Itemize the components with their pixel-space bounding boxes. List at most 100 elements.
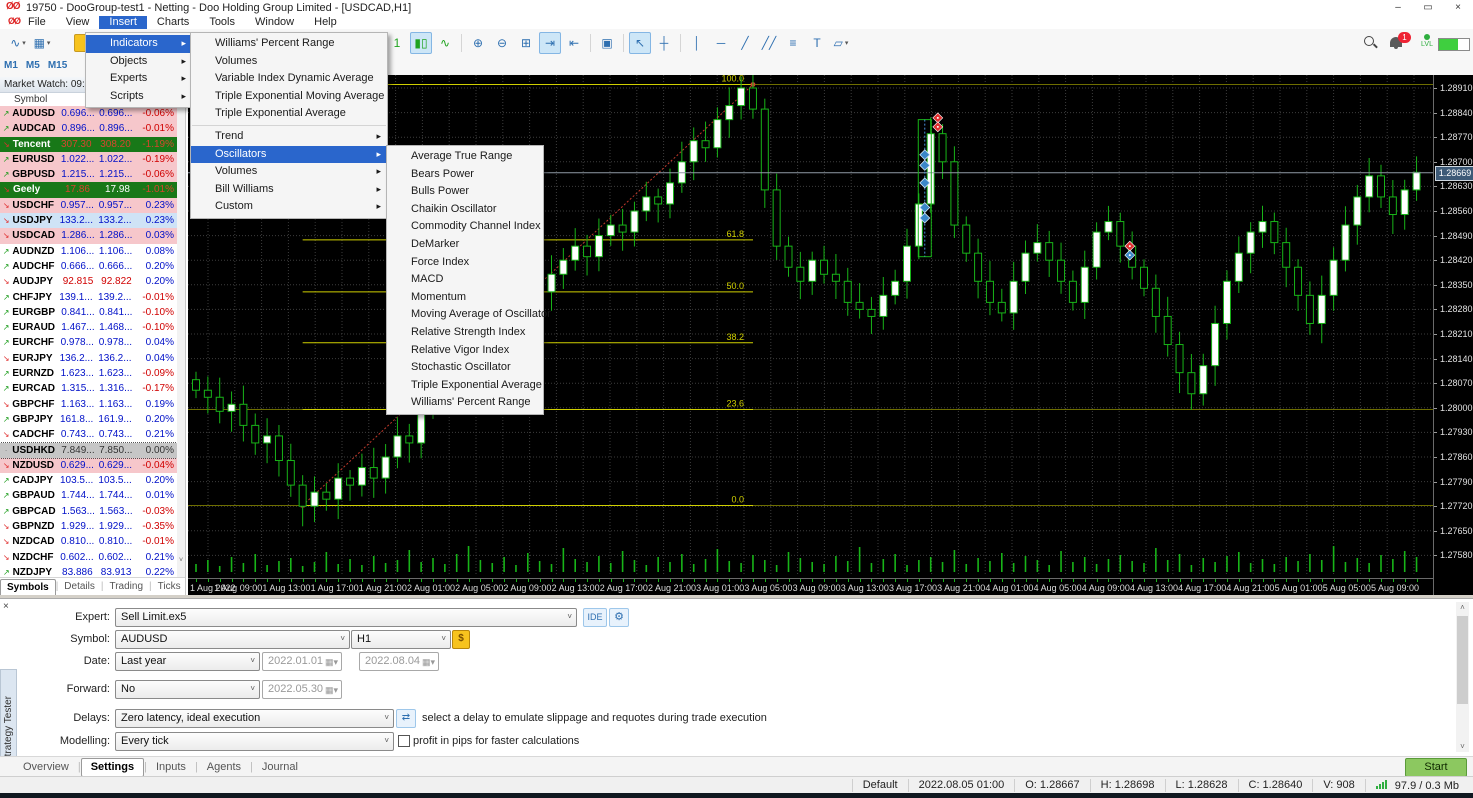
screenshot-icon[interactable]: ▣ — [596, 32, 618, 54]
oscillators-menu-item-relative-strength-index[interactable]: Relative Strength Index — [387, 324, 543, 342]
insert-menu-item-objects[interactable]: Objects▸ — [86, 53, 192, 71]
oscillators-menu-item-macd[interactable]: MACD — [387, 271, 543, 289]
delays-select[interactable]: Zero latency, ideal execution˅ — [115, 709, 394, 728]
date-to-field[interactable]: 2022.08.04▦▾ — [359, 652, 439, 671]
market-watch-tab-symbols[interactable]: Symbols — [0, 579, 56, 595]
candlestick-chart-icon[interactable]: ▮▯ — [410, 32, 432, 54]
close-button[interactable]: × — [1443, 0, 1473, 15]
oscillators-menu-item-average-true-range[interactable]: Average True Range — [387, 148, 543, 166]
market-watch-row[interactable]: ↘AUDJPY92.81592.8220.20% — [0, 274, 177, 289]
line-chart-icon[interactable]: ∿ — [434, 32, 456, 54]
oscillators-menu-item-williams-percent-range[interactable]: Williams' Percent Range — [387, 394, 543, 412]
market-watch-row[interactable]: ↘EURJPY136.2...136.2...0.04% — [0, 351, 177, 366]
insert-menu-item-scripts[interactable]: Scripts▸ — [86, 88, 192, 106]
menu-window[interactable]: Window — [245, 16, 304, 29]
shapes-icon[interactable]: ▱▾ — [830, 32, 852, 54]
profit-in-pips-checkbox[interactable] — [398, 735, 410, 747]
tester-close-icon[interactable]: × — [3, 601, 9, 612]
market-watch-row[interactable]: ↘Tencent307.30308.20-1.19% — [0, 137, 177, 152]
market-watch-row[interactable]: ↘USDCHF0.957...0.957...0.23% — [0, 198, 177, 213]
trendline-icon[interactable]: ╱ — [734, 32, 756, 54]
oscillators-menu-item-bulls-power[interactable]: Bulls Power — [387, 183, 543, 201]
market-watch-tab-ticks[interactable]: Ticks — [152, 579, 187, 594]
date-range-select[interactable]: Last year˅ — [115, 652, 260, 671]
market-watch-row[interactable]: ↘NZDUSD0.629...0.629...-0.04% — [0, 458, 177, 473]
indicators-menu-item-bill-williams[interactable]: Bill Williams▸ — [191, 181, 387, 199]
insert-menu-item-experts[interactable]: Experts▸ — [86, 70, 192, 88]
expert-settings-gear-icon[interactable]: ⚙ — [609, 608, 629, 627]
oscillators-menu-item-triple-exponential-average[interactable]: Triple Exponential Average — [387, 377, 543, 395]
market-watch-row[interactable]: ↘GBPCHF1.163...1.163...0.19% — [0, 397, 177, 412]
menu-tools[interactable]: Tools — [199, 16, 245, 29]
chart-price-axis[interactable]: 1.28669 1.289101.288401.287701.287001.28… — [1433, 75, 1473, 595]
forward-date-field[interactable]: 2022.05.30▦▾ — [262, 680, 342, 699]
zoom-in-icon[interactable]: ⊕ — [467, 32, 489, 54]
delay-settings-icon[interactable]: ⇄ — [396, 709, 416, 728]
channel-icon[interactable]: ╱╱ — [758, 32, 780, 54]
market-watch-row[interactable]: ↘GBPNZD1.929...1.929...-0.35% — [0, 519, 177, 534]
insert-menu-item-indicators[interactable]: Indicators▸ — [86, 35, 192, 53]
indicators-menu-item-volumes[interactable]: Volumes▸ — [191, 163, 387, 181]
maximize-button[interactable]: ▭ — [1413, 0, 1443, 15]
indicators-menu-item-variable-index-dynamic-average[interactable]: Variable Index Dynamic Average — [191, 70, 387, 88]
menu-charts[interactable]: Charts — [147, 16, 199, 29]
vertical-line-icon[interactable]: │ — [686, 32, 708, 54]
tester-tab-agents[interactable]: Agents — [198, 759, 250, 776]
oscillators-menu-item-demarker[interactable]: DeMarker — [387, 236, 543, 254]
tile-windows-icon[interactable]: ⊞ — [515, 32, 537, 54]
market-watch-row[interactable]: ↗EURUSD1.022...1.022...-0.19% — [0, 152, 177, 167]
symbol-select[interactable]: AUDUSD˅ — [115, 630, 350, 649]
oscillators-menu-item-force-index[interactable]: Force Index — [387, 254, 543, 272]
market-watch-row[interactable]: ↗EURAUD1.467...1.468...-0.10% — [0, 320, 177, 335]
market-watch-scrollbar[interactable]: ˅ — [177, 106, 185, 578]
auto-scroll-icon[interactable]: ⇥ — [539, 32, 561, 54]
market-watch-row[interactable]: ↗GBPAUD1.744...1.744...0.01% — [0, 488, 177, 503]
expert-select[interactable]: Sell Limit.ex5˅ — [115, 608, 577, 627]
cursor-icon[interactable]: ↖ — [629, 32, 651, 54]
tester-tab-inputs[interactable]: Inputs — [147, 759, 195, 776]
market-watch-row[interactable]: ↗CADJPY103.5...103.5...0.20% — [0, 473, 177, 488]
forward-select[interactable]: No˅ — [115, 680, 260, 699]
market-watch-tab-details[interactable]: Details — [58, 579, 101, 594]
timeframe-m15[interactable]: M15 — [48, 60, 67, 71]
market-watch-row[interactable]: ↘NZDCAD0.810...0.810...-0.01% — [0, 534, 177, 549]
oscillators-menu-item-chaikin-oscillator[interactable]: Chaikin Oscillator — [387, 201, 543, 219]
market-watch-row[interactable]: ·USDHKD7.849...7.850...0.00% — [0, 443, 177, 458]
tester-scrollbar[interactable]: ˄˅ — [1456, 602, 1469, 752]
market-watch-row[interactable]: ↗GBPJPY161.8...161.9...0.20% — [0, 412, 177, 427]
minimize-button[interactable]: – — [1383, 0, 1413, 15]
crosshair-icon[interactable]: ┼ — [653, 32, 675, 54]
indicators-menu-item-custom[interactable]: Custom▸ — [191, 198, 387, 216]
start-button[interactable]: Start — [1405, 758, 1467, 777]
market-watch-row[interactable]: ↗EURCAD1.315...1.316...-0.17% — [0, 381, 177, 396]
market-watch-row[interactable]: ↘Geely17.8617.98-1.01% — [0, 182, 177, 197]
indicators-menu-item-triple-exponential-moving-average[interactable]: Triple Exponential Moving Average — [191, 88, 387, 106]
period-select[interactable]: H1˅ — [351, 630, 451, 649]
tester-tab-journal[interactable]: Journal — [253, 759, 307, 776]
ide-button[interactable]: IDE — [583, 608, 607, 627]
tester-tab-settings[interactable]: Settings — [81, 758, 144, 777]
market-watch-row[interactable]: ↗GBPCAD1.563...1.563...-0.03% — [0, 504, 177, 519]
indicators-menu-item-triple-exponential-average[interactable]: Triple Exponential Average — [191, 105, 387, 123]
indicators-menu-item-oscillators[interactable]: Oscillators▸ — [191, 146, 387, 164]
date-from-field[interactable]: 2022.01.01▦▾ — [262, 652, 342, 671]
fibonacci-icon[interactable]: ≡ — [782, 32, 804, 54]
period-partial-icon[interactable]: 1 — [386, 32, 408, 54]
market-watch-row[interactable]: ↘USDJPY133.2...133.2...0.23% — [0, 213, 177, 228]
oscillators-menu-item-stochastic-oscillator[interactable]: Stochastic Oscillator — [387, 359, 543, 377]
oscillators-menu-item-momentum[interactable]: Momentum — [387, 289, 543, 307]
indicator-window-icon[interactable]: ▦▾ — [31, 32, 53, 54]
market-watch-row[interactable]: ↘NZDCHF0.602...0.602...0.21% — [0, 550, 177, 565]
indicators-menu-item-trend[interactable]: Trend▸ — [191, 128, 387, 146]
oscillators-menu-item-moving-average-of-oscillator[interactable]: Moving Average of Oscillator — [387, 306, 543, 324]
timeframe-m1[interactable]: M1 — [4, 60, 18, 71]
chart-time-axis[interactable]: 1 Aug 20221 Aug 09:001 Aug 13:001 Aug 17… — [188, 578, 1433, 596]
menu-view[interactable]: View — [56, 16, 100, 29]
zoom-out-icon[interactable]: ⊖ — [491, 32, 513, 54]
market-watch-row[interactable]: ↗CHFJPY139.1...139.2...-0.01% — [0, 290, 177, 305]
search-icon[interactable] — [1364, 36, 1378, 50]
oscillators-menu-item-commodity-channel-index[interactable]: Commodity Channel Index — [387, 218, 543, 236]
market-watch-row[interactable]: ↘CADCHF0.743...0.743...0.21% — [0, 427, 177, 442]
market-watch-row[interactable]: ↗EURNZD1.623...1.623...-0.09% — [0, 366, 177, 381]
modelling-select[interactable]: Every tick˅ — [115, 732, 394, 751]
